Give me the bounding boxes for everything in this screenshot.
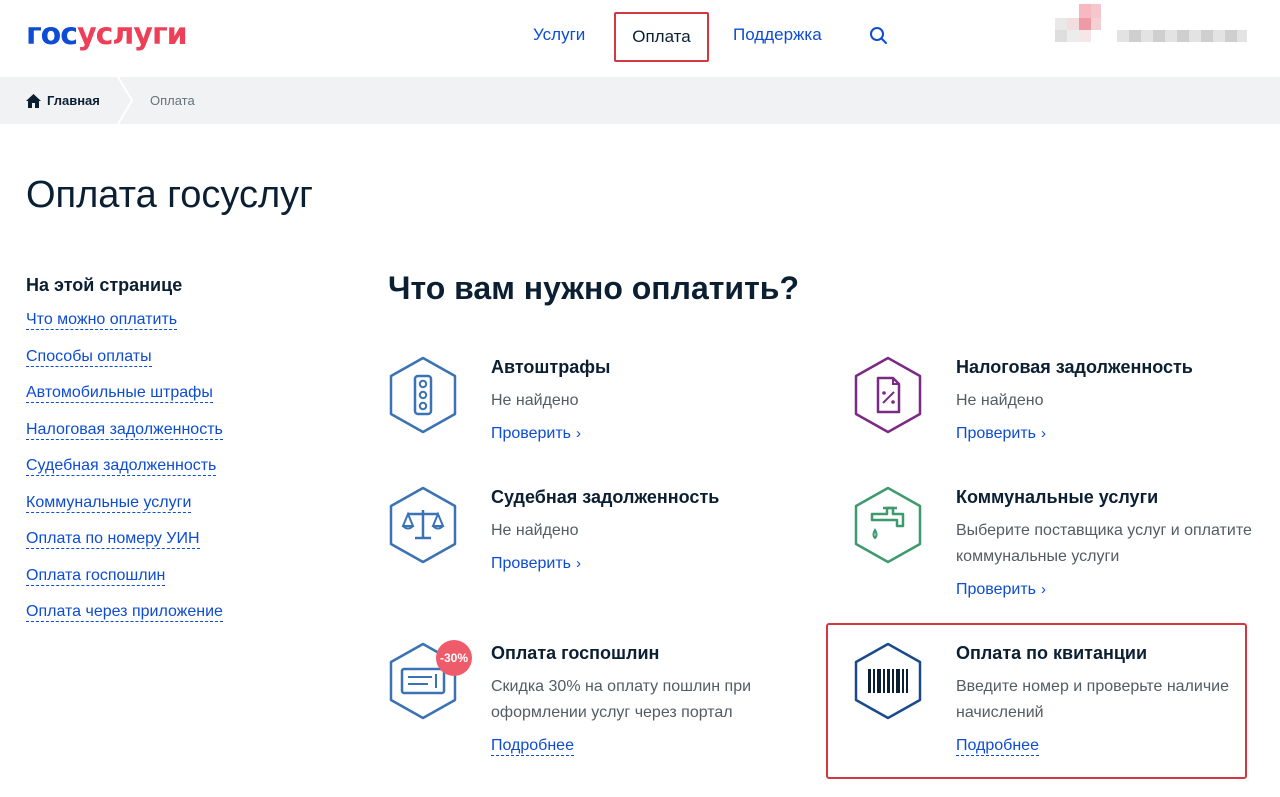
breadcrumb-home[interactable]: Главная (26, 77, 100, 124)
water-tap-icon (853, 486, 923, 564)
sidebar-link-uin-payment[interactable]: Оплата по номеру УИН (26, 529, 336, 566)
nav-support[interactable]: Поддержка (733, 12, 822, 62)
section-title: Что вам нужно оплатить? (388, 270, 799, 306)
card-title: Автоштрафы (491, 357, 611, 377)
sidebar: На этой странице Что можно оплатить Спос… (26, 274, 336, 639)
breadcrumb-separator (116, 76, 136, 125)
more-link[interactable]: Подробнее (956, 736, 1039, 756)
header: госуслуги Услуги Оплата Поддержка (0, 0, 1280, 77)
search-icon[interactable] (869, 26, 889, 46)
chevron-right-icon: › (576, 425, 582, 442)
nav-services[interactable]: Услуги (533, 12, 585, 62)
sidebar-link-app-payment[interactable]: Оплата через приложение (26, 602, 336, 639)
user-name-blurred (1117, 30, 1247, 42)
breadcrumb: Главная Оплата (0, 76, 1280, 125)
scales-icon (388, 486, 458, 564)
page-title: Оплата госуслуг (26, 174, 314, 216)
card-status: Не найдено (956, 392, 1044, 409)
card-title: Коммунальные услуги (956, 487, 1159, 507)
sidebar-link-car-fines[interactable]: Автомобильные штрафы (26, 383, 336, 420)
card-title: Оплата по квитанции (956, 643, 1148, 663)
card-status: Не найдено (491, 522, 579, 539)
card-description: Скидка 30% на оплату пошлин при оформлен… (491, 678, 752, 721)
chevron-right-icon: › (576, 555, 582, 572)
home-icon (26, 93, 41, 108)
nav-payment[interactable]: Оплата (614, 12, 709, 62)
discount-badge: -30% (436, 640, 472, 676)
check-link[interactable]: Проверить › (491, 424, 581, 444)
card-status: Не найдено (491, 392, 579, 409)
check-link[interactable]: Проверить › (956, 580, 1046, 600)
chevron-right-icon: › (1041, 425, 1047, 442)
tax-document-icon (853, 356, 923, 434)
sidebar-link-what-to-pay[interactable]: Что можно оплатить (26, 310, 336, 347)
sidebar-link-utilities[interactable]: Коммунальные услуги (26, 493, 336, 530)
card-description: Введите номер и проверьте наличие начисл… (956, 678, 1229, 721)
sidebar-link-tax-debt[interactable]: Налоговая задолженность (26, 420, 336, 457)
traffic-light-icon (388, 356, 458, 434)
chevron-right-icon: › (1041, 581, 1047, 598)
more-link[interactable]: Подробнее (491, 736, 574, 756)
card-title: Налоговая задолженность (956, 357, 1193, 377)
user-profile[interactable] (1055, 4, 1250, 48)
check-link[interactable]: Проверить › (491, 554, 581, 574)
card-title: Оплата госпошлин (491, 643, 660, 663)
sidebar-link-court-debt[interactable]: Судебная задолженность (26, 456, 336, 493)
card-description: Выберите поставщика услуг и оплатите ком… (956, 522, 1252, 565)
card-title: Судебная задолженность (491, 487, 720, 507)
check-link[interactable]: Проверить › (956, 424, 1046, 444)
sidebar-link-state-duties[interactable]: Оплата госпошлин (26, 566, 336, 603)
breadcrumb-current: Оплата (150, 93, 195, 108)
barcode-icon (853, 642, 923, 720)
sidebar-link-payment-methods[interactable]: Способы оплаты (26, 347, 336, 384)
avatar (1055, 4, 1109, 48)
sidebar-heading: На этой странице (26, 275, 183, 295)
